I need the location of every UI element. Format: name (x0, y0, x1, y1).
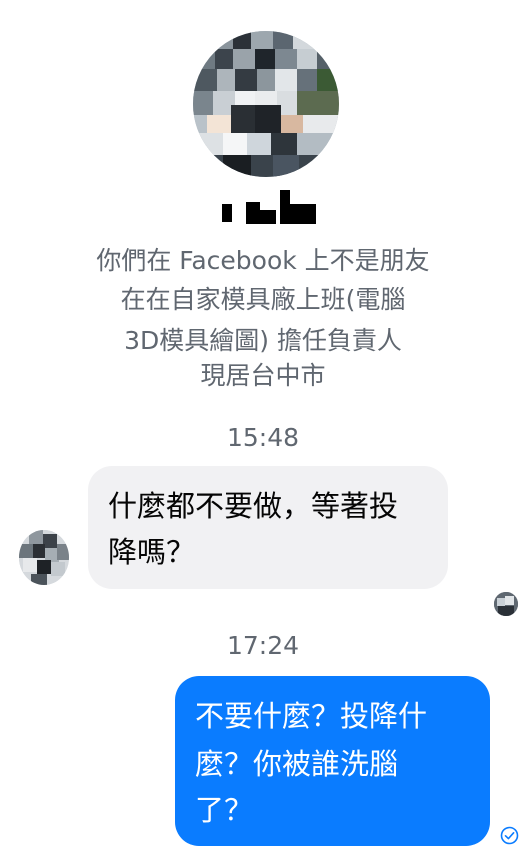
sender-avatar-pixelated (19, 530, 69, 585)
sent-check-icon (500, 826, 519, 845)
message-text: 降嗎？ (108, 535, 196, 569)
sender-avatar[interactable] (19, 530, 69, 585)
profile-work-text: 在在自家模具廠上班(電腦 (120, 285, 406, 314)
outgoing-message-bubble[interactable]: 不要什麼？投降什 麼？你被誰洗腦 了？ (175, 676, 490, 846)
timestamp: 15:48 (226, 423, 300, 452)
profile-work-text-cont: 3D模具繪圖) 擔任負責人 (124, 326, 402, 355)
profile-avatar-pixelated (193, 31, 339, 177)
incoming-message-bubble[interactable]: 什麼都不要做，等著投 降嗎？ (88, 466, 448, 589)
message-text: 麼？你被誰洗腦 (195, 747, 399, 781)
profile-name-redacted (222, 190, 316, 224)
message-text: 了？ (195, 793, 254, 827)
timestamp: 17:24 (226, 631, 300, 660)
profile-avatar[interactable] (193, 31, 339, 177)
seen-avatar-image (494, 592, 518, 616)
message-text: 不要什麼？投降什 (195, 699, 428, 733)
message-text: 什麼都不要做，等著投 (108, 489, 399, 523)
friendship-status-text: 你們在 Facebook 上不是朋友 (96, 246, 430, 275)
seen-receipt-avatar (494, 592, 518, 616)
profile-location-text: 現居台中市 (200, 361, 326, 390)
